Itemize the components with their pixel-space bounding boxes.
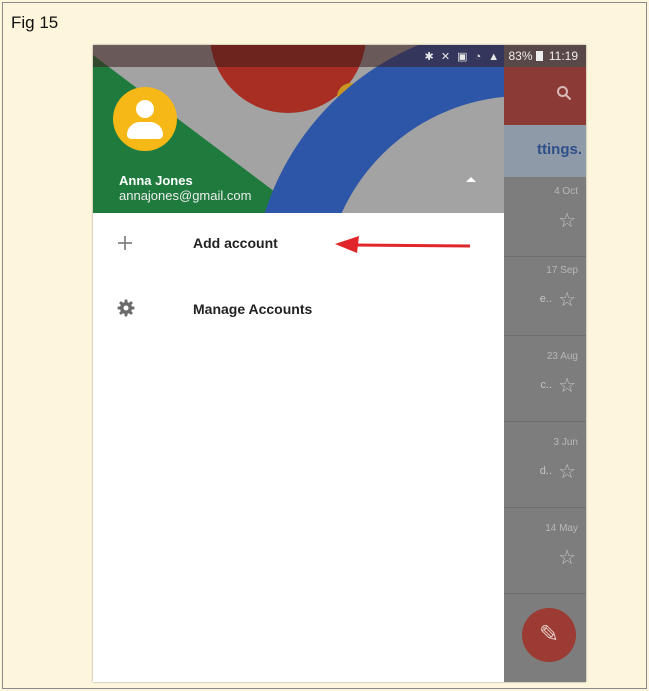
clock: 11:19 [548, 49, 578, 63]
account-switcher-arrow-icon[interactable] [466, 177, 476, 182]
email-date: 23 Aug [546, 351, 578, 362]
search-icon[interactable] [556, 85, 572, 106]
email-snippet: e.. [539, 293, 552, 305]
account-name: Anna Jones [119, 173, 193, 188]
list-item[interactable]: 4 Oct ☆ [496, 178, 586, 257]
plus-icon [117, 231, 139, 253]
avatar[interactable] [113, 87, 177, 151]
email-snippet: d.. [539, 465, 552, 477]
email-date: 3 Jun [553, 437, 578, 448]
status-bar: ✱ ✕ ▣ ◔ ▲ 83% 11:19 [93, 45, 586, 67]
gear-icon [117, 297, 139, 319]
account-email: annajones@gmail.com [119, 188, 252, 203]
figure-frame: Fig 15 ttings. 4 Oct ☆ 17 Sep e.. ☆ 23 A… [2, 2, 647, 689]
battery-icon [535, 51, 543, 61]
manage-accounts-label: Manage Accounts [193, 301, 313, 317]
battery-level: 83% [508, 49, 533, 63]
pencil-icon: ✎ [538, 621, 560, 648]
email-date: 14 May [545, 523, 578, 534]
email-date: 4 Oct [554, 186, 578, 197]
email-snippet: c.. [540, 379, 552, 391]
star-icon[interactable]: ☆ [558, 459, 576, 484]
phone-screenshot: ttings. 4 Oct ☆ 17 Sep e.. ☆ 23 Aug c.. … [93, 45, 586, 682]
annotation-arrow [335, 236, 471, 253]
email-date: 17 Sep [546, 265, 578, 276]
manage-accounts-item[interactable]: Manage Accounts [93, 279, 504, 341]
account-header: Anna Jones annajones@gmail.com [93, 45, 504, 213]
star-icon[interactable]: ☆ [558, 287, 576, 312]
list-item[interactable]: 3 Jun d.. ☆ [496, 429, 586, 508]
star-icon[interactable]: ☆ [558, 208, 576, 233]
compose-button[interactable]: ✎ [522, 608, 576, 662]
add-account-label: Add account [193, 235, 278, 251]
status-icons: ✱ ✕ ▣ ◔ ▲ [424, 51, 502, 63]
star-icon[interactable]: ☆ [558, 373, 576, 398]
list-item[interactable]: 14 May ☆ [496, 515, 586, 594]
star-icon[interactable]: ☆ [558, 545, 576, 570]
figure-label: Fig 15 [11, 13, 59, 32]
list-item[interactable]: 23 Aug c.. ☆ [496, 343, 586, 422]
navigation-drawer: Anna Jones annajones@gmail.com Add accou… [93, 45, 504, 682]
settings-banner-text[interactable]: ttings. [537, 141, 582, 158]
list-item[interactable]: 17 Sep e.. ☆ [496, 257, 586, 336]
